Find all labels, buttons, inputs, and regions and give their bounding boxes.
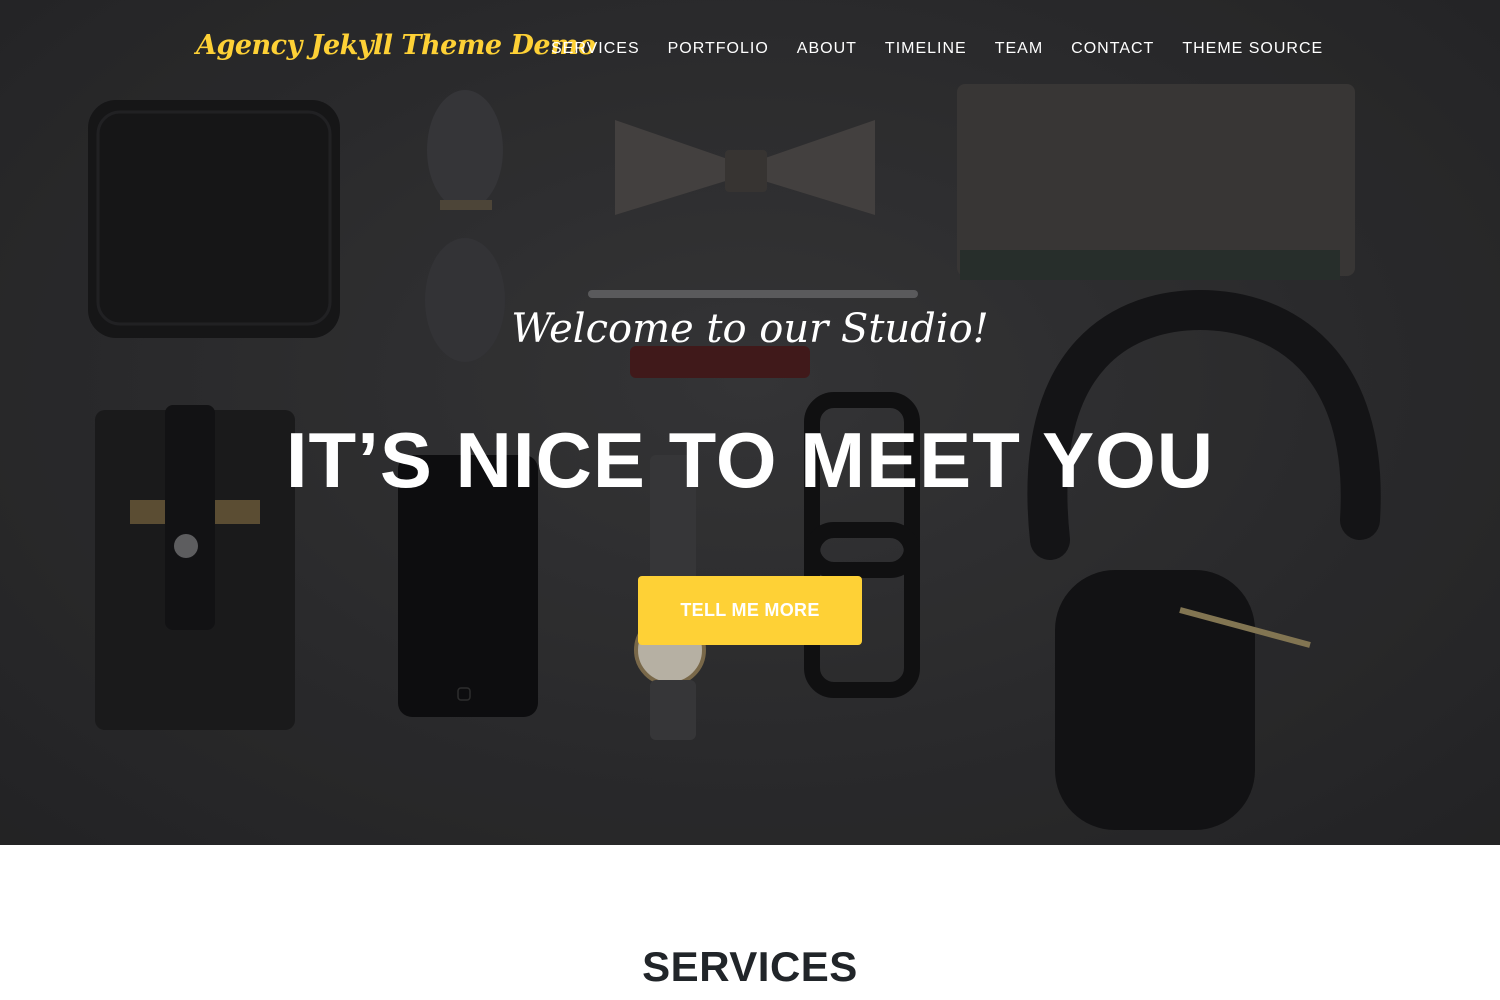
navbar: Agency Jekyll Theme Demo SERVICES PORTFO… [0,0,1500,100]
hero-title: IT’S NICE TO MEET YOU [285,416,1215,504]
hero-section: Agency Jekyll Theme Demo SERVICES PORTFO… [0,0,1500,845]
nav-link-about[interactable]: ABOUT [783,40,871,58]
hero-subtitle: Welcome to our Studio! [511,306,989,352]
nav-link-team[interactable]: TEAM [981,40,1057,58]
nav-link-timeline[interactable]: TIMELINE [871,40,981,58]
nav-link-portfolio[interactable]: PORTFOLIO [654,40,783,58]
nav-links: SERVICES PORTFOLIO ABOUT TIMELINE TEAM C… [537,40,1337,58]
brand-logo[interactable]: Agency Jekyll Theme Demo [196,30,596,61]
services-heading: SERVICES [642,943,858,990]
tell-me-more-button[interactable]: TELL ME MORE [638,576,862,645]
nav-link-contact[interactable]: CONTACT [1057,40,1168,58]
nav-link-services[interactable]: SERVICES [537,40,654,58]
nav-link-theme-source[interactable]: THEME SOURCE [1168,40,1337,58]
